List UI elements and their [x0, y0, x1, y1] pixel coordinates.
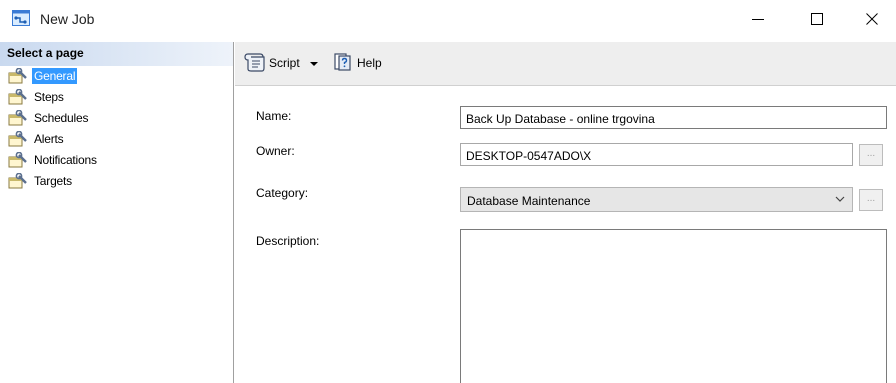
category-browse-button[interactable]: ... [859, 189, 883, 211]
maximize-button[interactable] [797, 6, 837, 34]
name-label: Name: [256, 109, 292, 123]
wrench-page-icon [8, 88, 28, 105]
help-book-icon [333, 52, 357, 75]
help-label: Help [357, 56, 382, 70]
dropdown-arrow-icon[interactable] [309, 56, 322, 70]
job-window-icon [12, 10, 30, 26]
owner-browse-button[interactable]: ... [859, 144, 883, 166]
wrench-page-icon [8, 172, 28, 189]
description-textarea[interactable] [460, 229, 887, 383]
sidebar-item-steps[interactable]: Steps [8, 87, 66, 107]
sidebar-item-label: Notifications [34, 153, 97, 167]
category-label: Category: [256, 186, 309, 200]
sidebar-item-general[interactable]: General [8, 66, 78, 86]
script-icon [243, 52, 269, 75]
category-select[interactable]: Database Maintenance [460, 187, 853, 212]
toolbar: Script Help [235, 42, 896, 86]
script-label: Script [269, 56, 300, 70]
general-page-form: Name: Back Up Database - online trgovina… [235, 87, 896, 383]
page-selector-pane: Select a page General Steps Schedules Al… [0, 42, 234, 383]
sidebar-item-label: Alerts [34, 132, 64, 146]
description-label: Description: [256, 234, 320, 248]
owner-label: Owner: [256, 144, 295, 158]
category-value: Database Maintenance [467, 194, 591, 208]
wrench-page-icon [8, 130, 28, 147]
sidebar-item-label: General [32, 68, 78, 84]
sidebar-item-schedules[interactable]: Schedules [8, 108, 90, 128]
wrench-page-icon [8, 67, 28, 84]
sidebar-item-notifications[interactable]: Notifications [8, 150, 99, 170]
close-button[interactable] [852, 6, 892, 34]
maximize-icon [810, 12, 824, 29]
sidebar-item-label: Steps [34, 90, 64, 104]
select-page-header: Select a page [0, 42, 233, 66]
title-bar: New Job [0, 0, 896, 40]
sidebar-item-label: Schedules [34, 111, 89, 125]
close-icon [865, 12, 879, 29]
script-button[interactable]: Script [243, 50, 322, 76]
chevron-down-icon [834, 193, 846, 208]
wrench-page-icon [8, 151, 28, 168]
wrench-page-icon [8, 109, 28, 126]
sidebar-item-targets[interactable]: Targets [8, 171, 74, 191]
window-title: New Job [40, 11, 95, 27]
sidebar-item-label: Targets [34, 174, 72, 188]
help-button[interactable]: Help [333, 50, 382, 76]
owner-input[interactable]: DESKTOP-0547ADO\X [460, 143, 853, 166]
sidebar-item-alerts[interactable]: Alerts [8, 129, 65, 149]
minimize-button[interactable] [738, 6, 778, 34]
minimize-icon [751, 12, 765, 29]
name-input[interactable]: Back Up Database - online trgovina [460, 106, 887, 129]
